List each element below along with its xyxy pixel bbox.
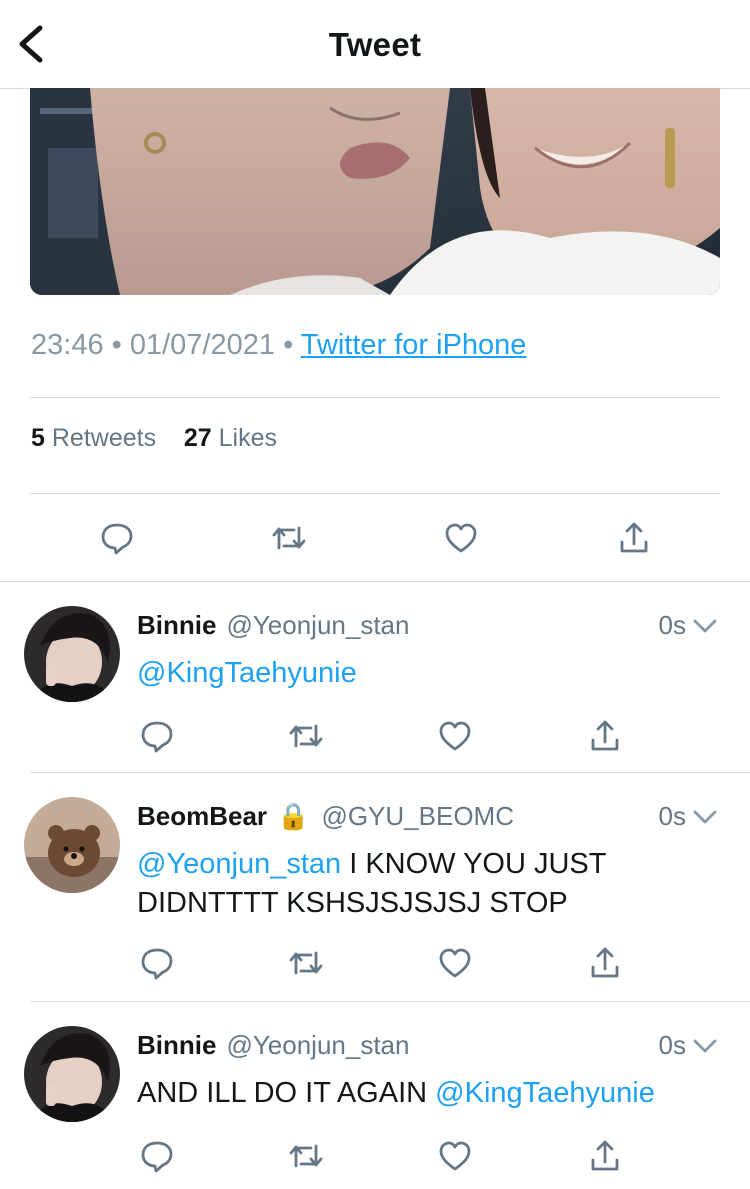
retweet-icon [289,724,323,748]
heart-icon [439,948,471,978]
retweets-count[interactable]: 5 [31,424,45,452]
nav-bar: Tweet [0,0,750,89]
tweet-actions [30,518,720,558]
display-name[interactable]: Binnie [137,610,216,640]
tweet-stats: 5 Retweets 27 Likes [31,424,277,453]
user-handle[interactable]: @Yeonjun_stan [226,1030,409,1060]
share-icon [620,522,648,553]
retweets-label[interactable]: Retweets [52,424,156,452]
avatar[interactable] [24,797,120,893]
retweet-button[interactable] [286,1136,326,1176]
tweet-date: 01/07/2021 [129,329,276,361]
reply-actions [137,943,619,983]
reply-actions [137,716,619,756]
mention[interactable]: @Yeonjun_stan [137,848,341,880]
reply-time: 0s [659,610,718,641]
tweet-time: 23:46 [31,329,104,361]
reply-header: BeomBear 🔒 @GYU_BEOMC [137,801,514,832]
separator-dot: • [111,329,130,361]
heart-icon [439,721,471,751]
mention[interactable]: @KingTaehyunie [435,1077,655,1109]
like-button[interactable] [435,943,475,983]
divider [30,397,720,398]
display-name[interactable]: BeomBear [137,801,267,831]
mention[interactable]: @KingTaehyunie [137,657,357,689]
timestamp: 0s [658,801,686,831]
timestamp: 0s [658,610,686,640]
share-button[interactable] [585,716,625,756]
reply-body: AND ILL DO IT AGAIN [137,1077,436,1109]
reply-actions [137,1136,619,1176]
reply-time: 0s [659,801,718,832]
tweet-meta: 23:46 • 01/07/2021 • Twitter for iPhone [31,329,526,362]
tweet-photo[interactable] [30,88,720,295]
share-button[interactable] [614,518,654,558]
reply-icon [141,721,173,753]
reply-tweet[interactable]: Binnie @Yeonjun_stan 0s AND ILL DO IT AGA… [0,1002,750,1189]
retweet-icon [289,1144,323,1168]
reply-text: AND ILL DO IT AGAIN @KingTaehyunie [137,1074,727,1113]
reply-button[interactable] [137,1136,177,1176]
reply-tweet[interactable]: Binnie @Yeonjun_stan 0s @KingTaehyunie [0,582,750,772]
chevron-down-icon[interactable] [692,807,718,827]
page-title: Tweet [328,26,422,63]
reply-icon [141,948,173,980]
display-name[interactable]: Binnie [137,1030,216,1060]
like-button[interactable] [435,716,475,756]
reply-text: @KingTaehyunie [137,654,727,693]
reply-header: Binnie @Yeonjun_stan [137,1030,409,1061]
likes-count[interactable]: 27 [184,424,212,452]
share-button[interactable] [585,943,625,983]
retweet-button[interactable] [269,518,309,558]
timestamp: 0s [658,1030,686,1060]
retweet-icon [272,526,306,550]
reply-button[interactable] [137,943,177,983]
reply-button[interactable] [137,716,177,756]
share-icon [591,720,619,751]
retweet-icon [289,951,323,975]
share-icon [591,947,619,978]
user-handle[interactable]: @GYU_BEOMC [321,801,514,831]
chevron-down-icon[interactable] [692,1036,718,1056]
heart-icon [445,523,477,553]
reply-button[interactable] [97,518,137,558]
share-button[interactable] [585,1136,625,1176]
separator-dot: • [283,329,301,361]
photo-image [30,88,720,295]
share-icon [591,1140,619,1171]
user-handle[interactable]: @Yeonjun_stan [226,610,409,640]
reply-time: 0s [659,1030,718,1061]
avatar[interactable] [24,1026,120,1122]
divider [30,493,720,494]
reply-text: @Yeonjun_stan I KNOW YOU JUST DIDNTTTT K… [137,845,727,923]
likes-label[interactable]: Likes [219,424,277,452]
retweet-button[interactable] [286,943,326,983]
like-button[interactable] [435,1136,475,1176]
retweet-button[interactable] [286,716,326,756]
like-button[interactable] [441,518,481,558]
reply-tweet[interactable]: BeomBear 🔒 @GYU_BEOMC 0s @Yeonjun_stan I K… [0,773,750,1001]
tweet-source-link[interactable]: Twitter for iPhone [301,329,527,361]
avatar[interactable] [24,606,120,702]
heart-icon [439,1141,471,1171]
reply-icon [101,523,133,555]
lock-icon: 🔒 [277,801,310,831]
reply-icon [141,1141,173,1173]
chevron-down-icon[interactable] [692,616,718,636]
reply-header: Binnie @Yeonjun_stan [137,610,409,641]
